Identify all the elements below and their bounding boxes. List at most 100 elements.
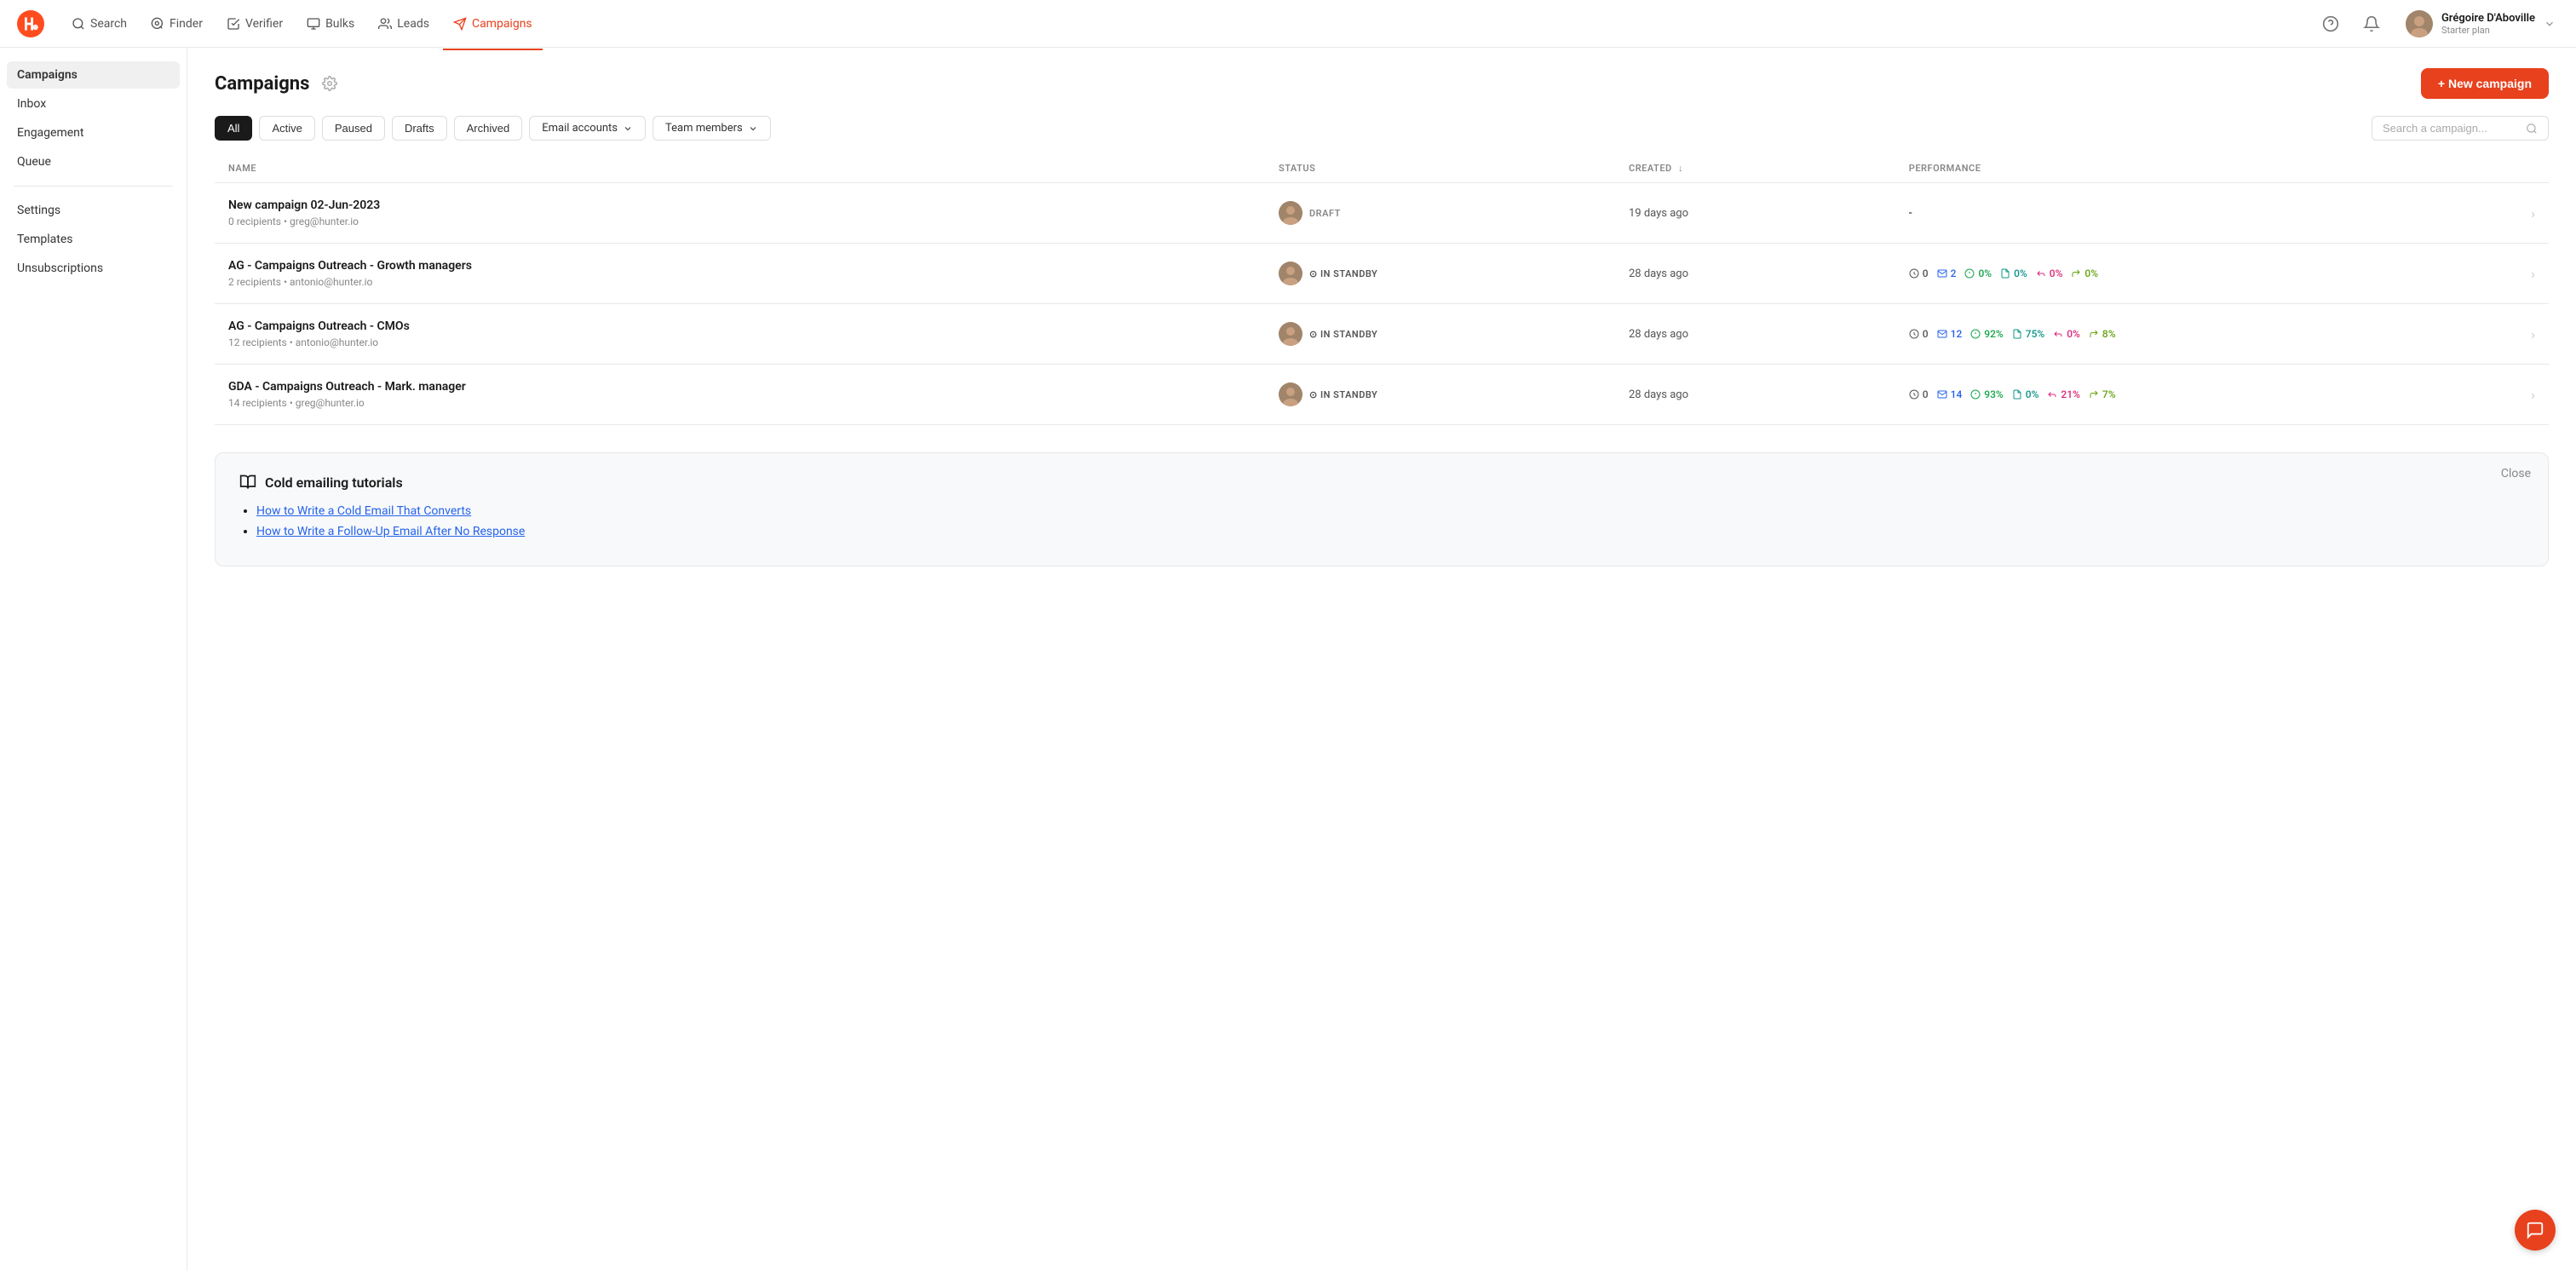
filter-all[interactable]: All [215, 116, 252, 141]
campaign-name-cell: GDA - Campaigns Outreach - Mark. manager… [215, 365, 1265, 425]
perf-open: 0% [1964, 267, 1992, 279]
table-row[interactable]: GDA - Campaigns Outreach - Mark. manager… [215, 365, 2549, 425]
sidebar-item-engagement[interactable]: Engagement [7, 119, 180, 147]
email-icon [1937, 329, 1947, 339]
campaign-meta: 2 recipients • antonio@hunter.io [228, 276, 1251, 288]
campaign-name: AG - Campaigns Outreach - Growth manager… [228, 259, 1251, 273]
tutorial-links: How to Write a Cold Email That Converts H… [239, 504, 2524, 538]
perf-empty: - [1909, 206, 1912, 220]
filter-bar: All Active Paused Drafts Archived Email … [215, 116, 2549, 141]
search-icon [2526, 123, 2538, 135]
sidebar-item-templates[interactable]: Templates [7, 226, 180, 253]
sidebar-item-settings[interactable]: Settings [7, 197, 180, 224]
nav-finder[interactable]: Finder [141, 12, 213, 36]
perf-cell: 0 12 92% 75% 0% 8% [1909, 328, 2504, 340]
queue-icon [1909, 268, 1919, 279]
perf-click: 0% [2012, 388, 2039, 400]
reply-icon [2053, 329, 2063, 339]
col-performance: PERFORMANCE [1895, 154, 2517, 183]
sidebar: Campaigns Inbox Engagement Queue Setting… [0, 48, 187, 1271]
status-cell: DRAFT [1279, 201, 1601, 225]
status-cell: ⊙ IN STANDBY [1279, 322, 1601, 346]
perf-reply: 0% [2036, 267, 2063, 279]
campaign-chevron-cell: › [2517, 244, 2549, 304]
help-button[interactable] [2317, 10, 2344, 37]
top-navigation: Search Finder Verifier Bulks Leads Campa… [0, 0, 2576, 48]
chevron-right-icon: › [2531, 387, 2535, 403]
page-title: Campaigns [215, 73, 309, 95]
nav-bulks[interactable]: Bulks [296, 12, 365, 36]
table-row[interactable]: AG - Campaigns Outreach - CMOs 12 recipie… [215, 304, 2549, 365]
sidebar-divider [14, 186, 173, 187]
perf-sent: 2 [1937, 267, 1957, 279]
perf-open: 93% [1970, 388, 2003, 400]
col-status: STATUS [1265, 154, 1615, 183]
filter-drafts[interactable]: Drafts [392, 116, 447, 141]
col-created[interactable]: CREATED ↓ [1615, 154, 1895, 183]
chevron-right-icon: › [2531, 205, 2535, 221]
nav-campaigns[interactable]: Campaigns [443, 12, 543, 36]
user-profile[interactable]: Grégoire D'Aboville Starter plan [2399, 7, 2562, 41]
campaign-avatar [1279, 201, 1302, 225]
app-logo[interactable] [14, 7, 48, 41]
tutorial-link[interactable]: How to Write a Cold Email That Converts [256, 504, 471, 518]
campaign-avatar [1279, 322, 1302, 346]
perf-cell: - [1909, 206, 2504, 220]
filter-paused[interactable]: Paused [322, 116, 385, 141]
campaign-search-box[interactable] [2372, 116, 2549, 141]
table-row[interactable]: AG - Campaigns Outreach - Growth manager… [215, 244, 2549, 304]
open-icon [1964, 268, 1975, 279]
perf-reply: 21% [2047, 388, 2079, 400]
status-badge: ⊙ IN STANDBY [1309, 389, 1377, 400]
tutorial-close-button[interactable]: Close [2501, 467, 2531, 480]
page-header: Campaigns + New campaign [215, 68, 2549, 99]
new-campaign-button[interactable]: + New campaign [2421, 68, 2549, 99]
campaign-created-cell: 19 days ago [1615, 183, 1895, 244]
table-row[interactable]: New campaign 02-Jun-20230 recipients • g… [215, 183, 2549, 244]
campaign-meta: 12 recipients • antonio@hunter.io [228, 336, 1251, 348]
campaign-name: AG - Campaigns Outreach - CMOs [228, 319, 1251, 333]
chat-button[interactable] [2515, 1210, 2556, 1251]
sidebar-item-inbox[interactable]: Inbox [7, 90, 180, 118]
campaign-avatar [1279, 262, 1302, 285]
perf-cell: 0 2 0% 0% 0% 0% [1909, 267, 2504, 279]
status-cell: ⊙ IN STANDBY [1279, 382, 1601, 406]
campaign-name-cell: AG - Campaigns Outreach - Growth manager… [215, 244, 1265, 304]
nav-search[interactable]: Search [61, 12, 137, 36]
campaign-chevron-cell: › [2517, 304, 2549, 365]
tutorial-title: Cold emailing tutorials [239, 474, 2524, 491]
perf-click: 0% [2000, 267, 2027, 279]
created-text: 28 days ago [1629, 388, 1688, 401]
status-badge: ⊙ IN STANDBY [1309, 268, 1377, 279]
perf-queue: 0 [1909, 388, 1929, 400]
click-icon [2012, 389, 2022, 400]
sidebar-item-unsubscriptions[interactable]: Unsubscriptions [7, 255, 180, 282]
email-accounts-dropdown[interactable]: Email accounts [529, 116, 646, 141]
campaign-meta: 14 recipients • greg@hunter.io [228, 397, 1251, 409]
campaign-performance-cell: 0 12 92% 75% 0% 8% [1895, 304, 2517, 365]
filter-active[interactable]: Active [259, 116, 314, 141]
campaign-performance-cell: 0 2 0% 0% 0% 0% [1895, 244, 2517, 304]
tutorial-link-item: How to Write a Cold Email That Converts [256, 504, 2524, 518]
campaign-name: New campaign 02-Jun-2023 [228, 198, 1251, 212]
sidebar-item-campaigns[interactable]: Campaigns [7, 61, 180, 89]
chevron-right-icon: › [2531, 266, 2535, 282]
bounce-icon [2071, 268, 2081, 279]
book-icon [239, 474, 256, 491]
nav-verifier[interactable]: Verifier [216, 12, 293, 36]
campaign-chevron-cell: › [2517, 365, 2549, 425]
campaigns-settings-icon[interactable] [318, 72, 342, 95]
nav-leads[interactable]: Leads [368, 12, 440, 36]
bounce-icon [2089, 389, 2099, 400]
sidebar-item-queue[interactable]: Queue [7, 148, 180, 175]
reply-icon [2047, 389, 2057, 400]
perf-sent: 14 [1937, 388, 1963, 400]
search-input[interactable] [2383, 122, 2519, 135]
filter-archived[interactable]: Archived [454, 116, 523, 141]
campaign-avatar [1279, 382, 1302, 406]
tutorial-link[interactable]: How to Write a Follow-Up Email After No … [256, 525, 525, 538]
table-header: NAME STATUS CREATED ↓ PERFORMANCE [215, 154, 2549, 183]
team-members-dropdown[interactable]: Team members [653, 116, 771, 141]
chevron-down-icon [623, 124, 633, 134]
notifications-button[interactable] [2358, 10, 2385, 37]
